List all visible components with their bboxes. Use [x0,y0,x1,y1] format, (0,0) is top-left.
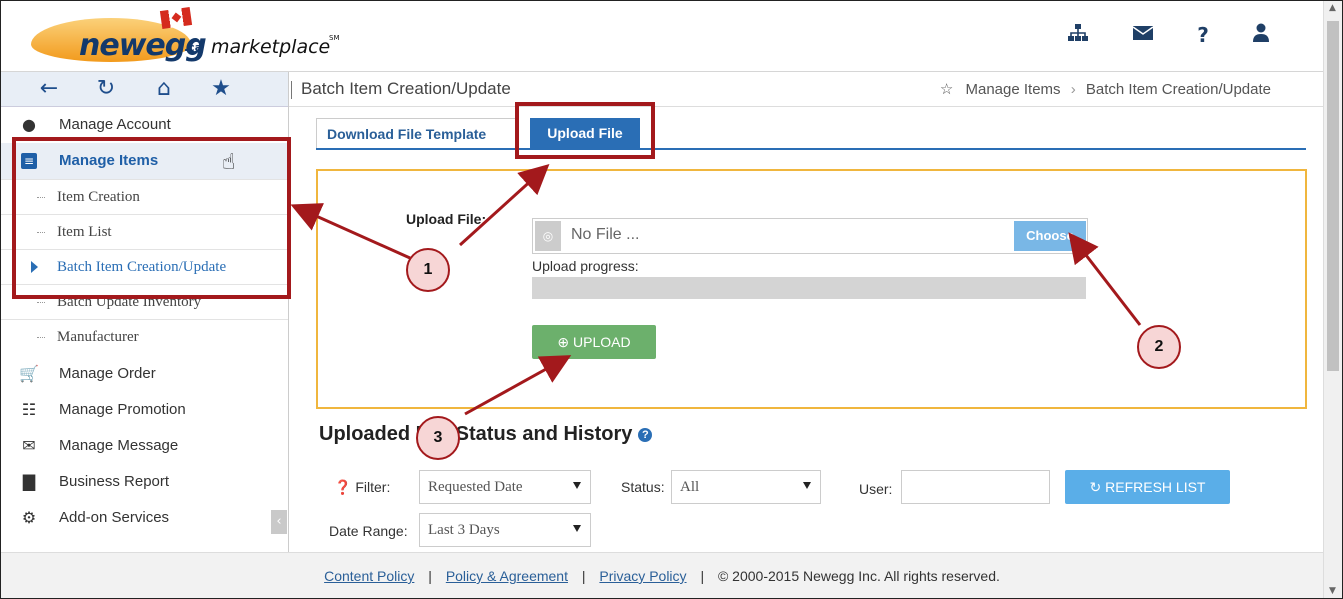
tab-download-file-template[interactable]: Download File Template [316,118,516,148]
upload-plus-icon: ⊕ [557,334,570,350]
newegg-marketplace-logo[interactable]: newegg .ca marketplace SM [31,6,341,68]
cogs-icon: ⚙ [21,508,37,527]
page-title: Batch Item Creation/Update [291,79,511,99]
status-select[interactable]: All [671,470,821,504]
menu-manage-message[interactable]: ✉ Manage Message [1,428,288,464]
footer-separator: | [700,568,705,584]
logo-product: marketplace [211,36,331,58]
history-section-title: Uploaded File Status and History? [319,423,653,446]
hand-cursor-icon: ☝ [222,150,236,175]
scroll-down-icon[interactable]: ▼ [1329,586,1336,596]
star-icon[interactable]: ★ [206,77,236,101]
tree-connector [37,302,45,303]
back-icon[interactable]: ← [34,77,64,101]
dropdown-arrow-icon [573,482,581,489]
footer: Content Policy | Policy & Agreement | Pr… [1,552,1323,598]
menu-label: Business Report [59,473,170,490]
upload-panel: Upload File: ◎ No File ... Choose Upload… [316,169,1307,409]
user-input[interactable] [901,470,1050,504]
upload-file-label: Upload File: [406,211,487,227]
upload-progress-bar [532,277,1086,299]
title-bar: Batch Item Creation/Update ☆ Manage Item… [289,72,1323,107]
sitemap-icon[interactable] [1066,23,1090,47]
filter-select[interactable]: Requested Date [419,470,591,504]
date-range-select[interactable]: Last 3 Days [419,513,591,547]
tree-connector [37,337,45,338]
copyright: © 2000-2015 Newegg Inc. All rights reser… [717,568,1000,584]
help-icon[interactable]: ❓ [334,479,351,495]
sidebar-toolbar: ← ↻ ⌂ ★ [1,72,288,107]
history-title-text: Uploaded File Status and History [319,423,633,445]
menu-manage-order[interactable]: 🛒 Manage Order [1,356,288,392]
app-window: newegg .ca marketplace SM ? ← ↻ ⌂ ★ ● Ma… [0,0,1343,599]
menu-label: Manage Account [59,116,171,133]
breadcrumb: ☆ Manage Items › Batch Item Creation/Upd… [940,80,1271,98]
breadcrumb-current: Batch Item Creation/Update [1085,81,1271,98]
user-label: User: [859,481,893,497]
annotation-step-2: 2 [1137,325,1181,369]
annotation-step-3: 3 [416,416,460,460]
main-content: Batch Item Creation/Update ☆ Manage Item… [289,72,1323,552]
vertical-scrollbar[interactable]: ▲ ▼ [1323,1,1342,598]
footer-separator: | [428,568,432,584]
menu-label: Add-on Services [59,509,170,526]
canada-flag-icon [159,6,193,30]
logo-mark: SM [329,34,340,42]
highlight-box-tab [515,102,655,159]
menu-label: Manage Promotion [59,401,186,418]
envelope-icon[interactable] [1131,23,1155,47]
tab-bar: Download File Template Upload File [316,118,1306,150]
upload-button[interactable]: ⊕ UPLOAD [532,325,656,359]
submenu-label: Manufacturer [57,329,139,345]
cart-icon: 🛒 [19,364,39,383]
file-input[interactable]: ◎ No File ... Choose [532,218,1088,254]
menu-business-report[interactable]: ▇ Business Report [1,464,288,500]
content-policy-link[interactable]: Content Policy [324,568,414,584]
top-header: newegg .ca marketplace SM ? [1,1,1323,72]
dropdown-arrow-icon [803,482,811,489]
envelope-icon: ✉ [22,436,36,455]
file-name: No File ... [571,226,640,243]
filter-value: Requested Date [428,479,523,495]
scroll-up-icon[interactable]: ▲ [1329,3,1336,13]
choose-button[interactable]: Choose [1014,221,1086,251]
upload-button-label: UPLOAD [573,334,631,350]
user-icon[interactable] [1249,23,1273,47]
date-range-label: Date Range: [329,523,408,539]
breadcrumb-separator: › [1070,81,1076,98]
refresh-label: REFRESH LIST [1105,479,1206,495]
help-icon[interactable]: ? [638,427,653,442]
file-circle-icon: ◎ [535,221,561,251]
annotation-step-1: 1 [406,248,450,292]
refresh-icon[interactable]: ↻ [91,77,121,101]
status-value: All [680,479,700,495]
sidebar-collapse-button[interactable]: ‹ [271,510,287,534]
policy-agreement-link[interactable]: Policy & Agreement [446,568,568,584]
date-range-value: Last 3 Days [428,522,500,538]
bar-chart-icon: ▇ [22,472,36,491]
menu-manage-promotion[interactable]: ☷ Manage Promotion [1,392,288,428]
filter-label: ❓ Filter: [334,479,390,496]
footer-separator: | [581,568,586,584]
dropdown-arrow-icon [573,525,581,532]
menu-label: Manage Order [59,365,156,382]
menu-add-on-services[interactable]: ⚙ Add-on Services [1,500,288,536]
refresh-icon: ↻ [1089,479,1102,495]
filter-label-text: Filter: [355,479,391,495]
submenu-manufacturer[interactable]: Manufacturer [1,319,288,355]
logo-tld: .ca [184,41,203,54]
status-label: Status: [621,479,665,495]
highlight-box-menu [12,137,291,299]
help-icon[interactable]: ? [1191,23,1215,47]
menu-label: Manage Message [59,437,179,454]
favorite-star-icon[interactable]: ☆ [940,81,953,98]
home-icon[interactable]: ⌂ [149,77,179,101]
user-icon: ● [22,115,36,134]
breadcrumb-manage-items[interactable]: Manage Items [966,81,1061,98]
privacy-policy-link[interactable]: Privacy Policy [599,568,686,584]
scrollbar-thumb[interactable] [1327,21,1339,371]
gift-icon: ☷ [21,400,37,419]
refresh-list-button[interactable]: ↻ REFRESH LIST [1065,470,1230,504]
upload-progress-label: Upload progress: [532,258,639,274]
